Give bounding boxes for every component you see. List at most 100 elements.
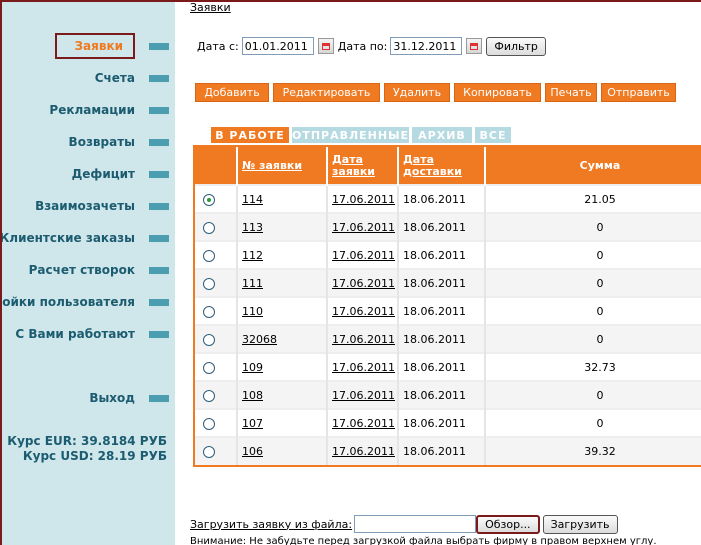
- order-date-link[interactable]: 17.06.2011: [332, 389, 395, 402]
- nav-bar-icon: [149, 266, 169, 274]
- nav-bar-icon: [149, 298, 169, 306]
- nav-bar-icon: [149, 202, 169, 210]
- browse-button[interactable]: Обзор...: [476, 514, 540, 534]
- upload-file-input[interactable]: [354, 515, 477, 533]
- radio-button[interactable]: [203, 305, 215, 318]
- header-number[interactable]: № заявки: [237, 147, 328, 185]
- order-sum: 0: [485, 268, 701, 297]
- radio-button[interactable]: [203, 333, 215, 346]
- order-number-link[interactable]: 113: [242, 221, 263, 234]
- delivery-date: 18.06.2011: [398, 324, 486, 353]
- sidebar-item-label: Расчет створок: [28, 263, 135, 277]
- table-row[interactable]: 106 17.06.2011 18.06.2011 39.32: [195, 436, 701, 465]
- order-sum: 21.05: [485, 184, 701, 213]
- delivery-date: 18.06.2011: [398, 436, 486, 465]
- order-date-link[interactable]: 17.06.2011: [332, 249, 395, 262]
- order-number-link[interactable]: 108: [242, 389, 263, 402]
- order-date-link[interactable]: 17.06.2011: [332, 277, 395, 290]
- sidebar-item-user-settings[interactable]: Настройки пользователя: [0, 292, 169, 312]
- order-date-link[interactable]: 17.06.2011: [332, 417, 395, 430]
- radio-button[interactable]: [203, 417, 215, 430]
- order-date-link[interactable]: 17.06.2011: [332, 445, 395, 458]
- send-button[interactable]: Отправить: [601, 83, 676, 102]
- table-row[interactable]: 32068 17.06.2011 18.06.2011 0: [195, 324, 701, 353]
- header-order-date[interactable]: Дата заявки: [327, 147, 399, 185]
- table-row[interactable]: 113 17.06.2011 18.06.2011 0: [195, 212, 701, 241]
- table-row[interactable]: 109 17.06.2011 18.06.2011 32.73: [195, 352, 701, 381]
- left-border: [0, 0, 2, 545]
- sidebar-item-invoices[interactable]: Счета: [95, 68, 169, 88]
- edit-button[interactable]: Редактировать: [273, 83, 380, 102]
- rate-eur: Курс EUR: 39.8184 РУБ: [7, 434, 167, 448]
- sidebar-item-returns[interactable]: Возвраты: [69, 132, 169, 152]
- upload-button[interactable]: Загрузить: [542, 514, 618, 534]
- sidebar-item-sash-calc[interactable]: Расчет створок: [29, 260, 169, 280]
- sidebar-item-label: Возвраты: [68, 135, 135, 149]
- radio-button[interactable]: [203, 193, 215, 206]
- order-date-link[interactable]: 17.06.2011: [332, 361, 395, 374]
- breadcrumb[interactable]: Заявки: [190, 1, 231, 14]
- sidebar-item-claims[interactable]: Рекламации: [49, 100, 169, 120]
- table-row[interactable]: 110 17.06.2011 18.06.2011 0: [195, 296, 701, 325]
- table-row[interactable]: 108 17.06.2011 18.06.2011 0: [195, 380, 701, 409]
- nav-bar-icon: [149, 74, 169, 82]
- sidebar-item-label: Выход: [89, 391, 135, 405]
- sidebar-item-orders[interactable]: Заявки: [54, 33, 169, 59]
- delivery-date: 18.06.2011: [398, 380, 486, 409]
- order-number-link[interactable]: 111: [242, 277, 263, 290]
- order-number-link[interactable]: 114: [242, 193, 263, 206]
- order-number-link[interactable]: 106: [242, 445, 263, 458]
- radio-button[interactable]: [203, 277, 215, 290]
- delivery-date: 18.06.2011: [398, 212, 486, 241]
- radio-button[interactable]: [203, 389, 215, 402]
- radio-button[interactable]: [203, 361, 215, 374]
- table-row[interactable]: 107 17.06.2011 18.06.2011 0: [195, 408, 701, 437]
- table-header-row: № заявки Дата заявки Дата доставки Сумма: [195, 147, 701, 185]
- radio-button[interactable]: [203, 221, 215, 234]
- order-date-link[interactable]: 17.06.2011: [332, 305, 395, 318]
- radio-button[interactable]: [203, 249, 215, 262]
- sidebar-item-contacts[interactable]: С Вами работают: [15, 324, 169, 344]
- sidebar-item-deficit[interactable]: Дефицит: [72, 164, 169, 184]
- sidebar-item-label: Настройки пользователя: [0, 295, 135, 309]
- sidebar-item-label: Дефицит: [71, 167, 135, 181]
- delete-button[interactable]: Удалить: [384, 83, 450, 102]
- calendar-icon[interactable]: [466, 38, 483, 54]
- upload-form: Загрузить заявку из файла: Обзор... Загр…: [190, 514, 618, 534]
- order-number-link[interactable]: 107: [242, 417, 263, 430]
- date-from-input[interactable]: [241, 37, 314, 55]
- tab-archive[interactable]: АРХИВ: [412, 127, 472, 143]
- order-number-link[interactable]: 110: [242, 305, 263, 318]
- tab-all[interactable]: ВСЕ: [475, 127, 511, 143]
- order-number-link[interactable]: 112: [242, 249, 263, 262]
- sidebar-item-label: Клиентские заказы: [0, 231, 135, 245]
- delivery-date: 18.06.2011: [398, 296, 486, 325]
- sidebar-item-logout[interactable]: Выход: [89, 388, 169, 408]
- tab-sent[interactable]: ОТПРАВЛЕННЫЕ: [292, 127, 409, 143]
- order-number-link[interactable]: 32068: [242, 333, 277, 346]
- sidebar-item-offsets[interactable]: Взаимозачеты: [35, 196, 169, 216]
- add-button[interactable]: Добавить: [195, 83, 269, 102]
- calendar-icon[interactable]: [317, 38, 334, 54]
- table-row[interactable]: 114 17.06.2011 18.06.2011 21.05: [195, 184, 701, 213]
- nav-bar-icon: [149, 106, 169, 114]
- order-number-link[interactable]: 109: [242, 361, 263, 374]
- order-date-link[interactable]: 17.06.2011: [332, 333, 395, 346]
- copy-button[interactable]: Копировать: [454, 83, 541, 102]
- sidebar-item-label: С Вами работают: [15, 327, 135, 341]
- order-date-link[interactable]: 17.06.2011: [332, 193, 395, 206]
- rate-usd: Курс USD: 28.19 РУБ: [22, 449, 167, 463]
- nav-bar-icon: [149, 170, 169, 178]
- upload-label: Загрузить заявку из файла:: [190, 517, 353, 531]
- filter-button[interactable]: Фильтр: [486, 36, 546, 56]
- date-to-input[interactable]: [390, 37, 463, 55]
- tab-in-progress[interactable]: В РАБОТЕ: [211, 127, 289, 143]
- table-row[interactable]: 112 17.06.2011 18.06.2011 0: [195, 240, 701, 269]
- radio-button[interactable]: [203, 446, 215, 458]
- order-date-link[interactable]: 17.06.2011: [332, 221, 395, 234]
- table-row[interactable]: 111 17.06.2011 18.06.2011 0: [195, 268, 701, 297]
- delivery-date: 18.06.2011: [398, 352, 486, 381]
- sidebar-item-client-orders[interactable]: Клиентские заказы: [0, 228, 169, 248]
- header-delivery-date[interactable]: Дата доставки: [398, 147, 486, 185]
- print-button[interactable]: Печать: [545, 83, 597, 102]
